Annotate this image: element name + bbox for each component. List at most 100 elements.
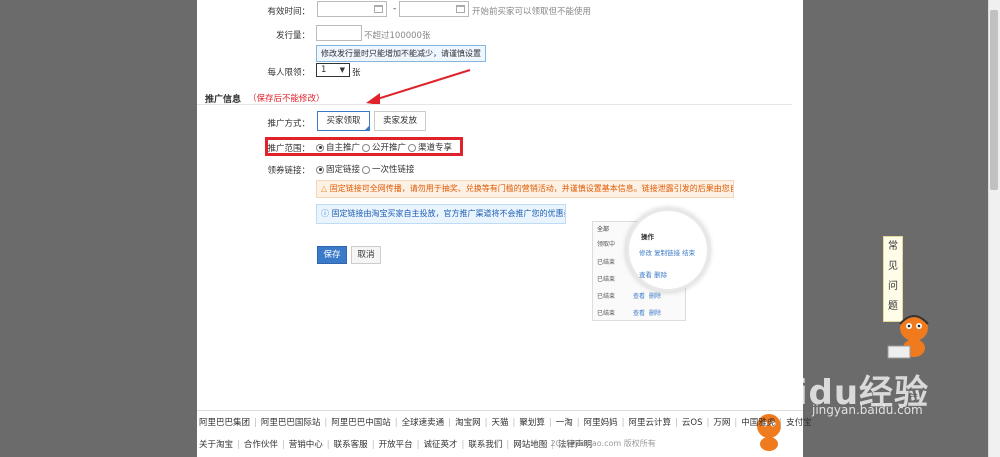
method-label: 推广方式： (267, 119, 310, 129)
footer-link[interactable]: 淘宝网 (455, 418, 481, 428)
link-label: 领券链接： (267, 166, 310, 176)
footer-link[interactable]: 天猫 (491, 418, 508, 428)
chevron-down-icon: ▼ (339, 66, 345, 74)
footer-separator: | (506, 440, 510, 450)
annotation-arrow (366, 69, 471, 105)
footer-link[interactable]: 聚划算 (519, 418, 545, 428)
footer-link[interactable]: 诚征英才 (423, 440, 457, 450)
footer-separator: | (254, 418, 257, 428)
zoom-copy-link: 复制链接 (654, 249, 681, 257)
footer-link[interactable]: 支付宝 (786, 418, 812, 428)
footer-separator: | (237, 440, 240, 450)
section-divider (197, 104, 792, 105)
footer-separator: | (734, 418, 738, 428)
radio-checked-icon[interactable] (316, 165, 324, 174)
footer-link[interactable]: 合作伙伴 (244, 440, 278, 450)
footer-separator: | (461, 440, 465, 450)
footer-link[interactable]: 营销中心 (289, 440, 323, 450)
back-to-top-icon[interactable]: ⇐ (908, 388, 918, 402)
footer-link[interactable]: 中国雅虎 (741, 418, 775, 428)
issue-hint: 不超过100000张 (364, 31, 431, 41)
footer-link[interactable]: 阿里妈妈 (584, 418, 618, 428)
zoom-end: 结束 (682, 249, 696, 257)
footer-separator: | (779, 418, 783, 428)
tab-seller-issue[interactable]: 卖家发放 (374, 111, 426, 131)
highlight-box (265, 137, 463, 156)
limit-select[interactable]: 1 ▼ (316, 63, 350, 77)
footer-link[interactable]: 关于淘宝 (199, 440, 233, 450)
footer-link[interactable]: 联系客服 (334, 440, 368, 450)
selected-corner-icon (364, 125, 370, 131)
footer-separator: | (675, 418, 678, 428)
footer-separator: | (706, 418, 710, 428)
issue-input[interactable] (316, 25, 362, 41)
footer-separator: | (416, 440, 420, 450)
zoom-view: 查看 (639, 271, 652, 279)
faq-char: 常 (888, 241, 898, 252)
faq-char: 问 (888, 281, 898, 292)
footer-separator: | (371, 440, 375, 450)
scrollbar-thumb[interactable] (990, 10, 998, 190)
preview-row-delete: 删除 (649, 310, 662, 317)
limit-label: 每人限领： (267, 68, 310, 78)
mascot-icon (887, 315, 929, 359)
cancel-button[interactable]: 取消 (351, 246, 381, 264)
preview-header-all: 全部 (597, 226, 610, 233)
preview-row-status: 已结束 (597, 259, 616, 266)
warning-banner: △ 固定链接可全网传播，请勿用于抽奖、兑换等有门槛的营销活动，并谨慎设置基本信息… (316, 180, 734, 198)
info-icon: ⓘ (321, 209, 332, 218)
footer-link[interactable]: 开放平台 (379, 440, 413, 450)
footer-separator: | (621, 418, 625, 428)
zoom-delete: 删除 (654, 271, 668, 279)
footer-link[interactable]: 阿里云计算 (629, 418, 672, 428)
preview-row-view: 查看 (633, 293, 646, 300)
watermark-url: jingyan.baidu.com (812, 403, 923, 417)
faq-char: 见 (888, 261, 898, 272)
validity-start-input[interactable] (317, 1, 387, 17)
promo-section-note: （保存后不能修改） (248, 94, 325, 104)
footer-link[interactable]: 阿里巴巴国际站 (261, 418, 321, 428)
footer-separator: | (326, 440, 330, 450)
preview-row-status: 已结束 (597, 293, 616, 300)
footer-link[interactable]: 阿里巴巴中国站 (331, 418, 391, 428)
link-option-fixed-label: 固定链接 (326, 165, 361, 175)
footer-separator: | (448, 418, 452, 428)
footer-links-row1: 阿里巴巴集团 | 阿里巴巴国际站 | 阿里巴巴中国站 | 全球速卖通 | 淘宝网 | 天猫 | 聚划算 |… (197, 416, 814, 428)
preview-row-status: 已结束 (597, 310, 616, 317)
footer-divider (197, 410, 803, 411)
radio-icon[interactable] (362, 165, 370, 174)
zoom-row1: 修改 复制链接 结束 (639, 247, 695, 257)
preview-row-view: 查看 (633, 310, 646, 317)
validity-end-input[interactable] (399, 1, 469, 17)
footer-separator: | (576, 418, 580, 428)
copyright: © 2015 Taobao.com 版权所有 (540, 439, 656, 448)
footer-link[interactable]: 联系我们 (468, 440, 502, 450)
tab-buyer-claim[interactable]: 买家领取 (317, 111, 370, 131)
footer-separator: | (512, 418, 516, 428)
zoom-edit: 修改 (639, 249, 652, 257)
issue-label: 发行量： (275, 31, 310, 41)
preview-zoom-circle: 操作 修改 复制链接 结束 查看 删除 (626, 208, 710, 292)
save-button[interactable]: 保存 (317, 246, 347, 264)
validity-dash: - (393, 4, 397, 14)
zoom-title: 操作 (641, 233, 654, 241)
link-option-once-label: 一次性链接 (372, 165, 415, 175)
zoom-row2: 查看 删除 (639, 269, 667, 279)
footer-link[interactable]: 全球速卖通 (402, 418, 445, 428)
info-banner: ⓘ 固定链接由淘宝买家自主投放，官方推广渠道将不会推广您的优惠券。 (316, 204, 566, 224)
footer-separator: | (394, 418, 398, 428)
footer-link[interactable]: 万网 (713, 418, 730, 428)
preview-row-status: 领取中 (597, 241, 616, 248)
limit-value: 1 (321, 65, 327, 75)
calendar-icon[interactable] (374, 5, 383, 13)
footer-link[interactable]: 阿里巴巴集团 (199, 418, 250, 428)
preview-row-delete: 删除 (649, 293, 662, 300)
warning-text: 固定链接可全网传播，请勿用于抽奖、兑换等有门槛的营销活动，并谨慎设置基本信息。链… (329, 184, 734, 193)
footer-link[interactable]: 云OS (682, 418, 703, 428)
link-option-fixed[interactable]: 固定链接 (316, 163, 360, 175)
link-option-once[interactable]: 一次性链接 (362, 163, 415, 175)
calendar-icon[interactable] (456, 5, 465, 13)
warning-icon: △ (321, 184, 330, 193)
footer-link[interactable]: 一淘 (556, 418, 573, 428)
preview-row-status: 已结束 (597, 276, 616, 283)
